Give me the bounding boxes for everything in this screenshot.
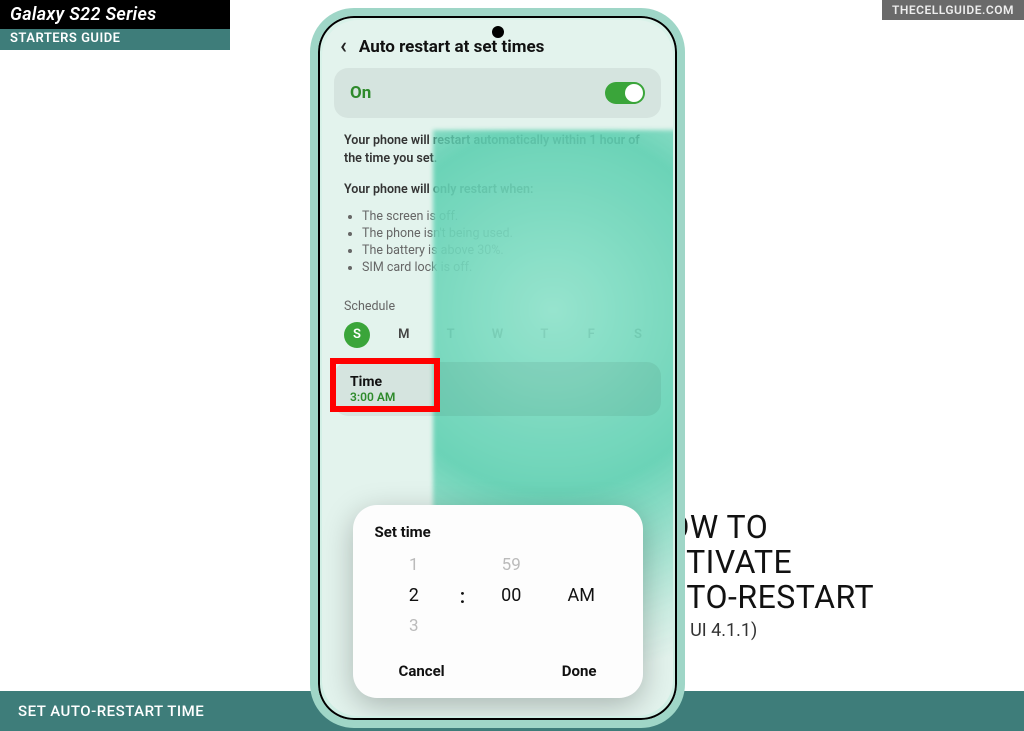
day-monday[interactable]: M — [391, 322, 417, 348]
day-thursday[interactable]: T — [531, 322, 557, 348]
hour-selected: 2 — [409, 585, 419, 606]
popup-title: Set time — [375, 523, 621, 541]
condition-item: The screen is off. — [362, 209, 651, 224]
master-toggle-switch[interactable] — [605, 82, 645, 104]
master-toggle-row[interactable]: On — [334, 68, 661, 118]
minute-next — [509, 616, 513, 636]
badge-subtitle: STARTERS GUIDE — [0, 29, 230, 50]
time-label: Time — [350, 374, 645, 390]
master-toggle-label: On — [350, 83, 371, 103]
description-1: Your phone will restart automatically wi… — [322, 118, 673, 171]
screen-title: Auto restart at set times — [359, 37, 545, 57]
day-tuesday[interactable]: T — [438, 322, 464, 348]
description-2: Your phone will only restart when: — [322, 171, 673, 203]
time-value: 3:00 AM — [350, 390, 645, 404]
set-time-popup: Set time 1 2 3 : 59 00 AM — [353, 505, 643, 698]
ampm-selected: AM — [567, 585, 594, 606]
schedule-heading: Schedule — [322, 287, 673, 322]
series-badge: Galaxy S22 Series STARTERS GUIDE — [0, 0, 230, 50]
done-button[interactable]: Done — [538, 658, 621, 684]
phone-frame: ‹ Auto restart at set times On Your phon… — [310, 8, 685, 728]
time-wheel[interactable]: 1 2 3 : 59 00 AM — [375, 555, 621, 636]
condition-item: The phone isn't being used. — [362, 226, 651, 241]
condition-item: The battery is above 30%. — [362, 243, 651, 258]
restart-conditions: The screen is off. The phone isn't being… — [322, 203, 673, 287]
badge-title: Galaxy S22 Series — [0, 0, 230, 29]
hour-wheel[interactable]: 1 2 3 — [390, 555, 438, 636]
footer-caption-text: SET AUTO-RESTART TIME — [18, 702, 204, 720]
cancel-button[interactable]: Cancel — [375, 658, 469, 684]
time-colon: : — [460, 584, 465, 608]
screen-titlebar: ‹ Auto restart at set times — [322, 20, 673, 68]
ampm-wheel[interactable]: AM — [557, 555, 605, 636]
condition-item: SIM card lock is off. — [362, 260, 651, 275]
minute-prev: 59 — [502, 555, 521, 575]
day-saturday[interactable]: S — [625, 322, 651, 348]
day-sunday[interactable]: S — [344, 322, 370, 348]
day-wednesday[interactable]: W — [484, 322, 510, 348]
day-friday[interactable]: F — [578, 322, 604, 348]
phone-screen: ‹ Auto restart at set times On Your phon… — [322, 20, 673, 716]
minute-selected: 00 — [501, 585, 521, 606]
minute-wheel[interactable]: 59 00 — [487, 555, 535, 636]
back-icon[interactable]: ‹ — [340, 36, 347, 58]
site-watermark: THECELLGUIDE.COM — [882, 0, 1024, 20]
hour-next: 3 — [409, 616, 419, 636]
hour-prev: 1 — [409, 555, 419, 575]
day-picker: S M T W T F S — [322, 322, 673, 362]
time-row[interactable]: Time 3:00 AM — [334, 362, 661, 416]
